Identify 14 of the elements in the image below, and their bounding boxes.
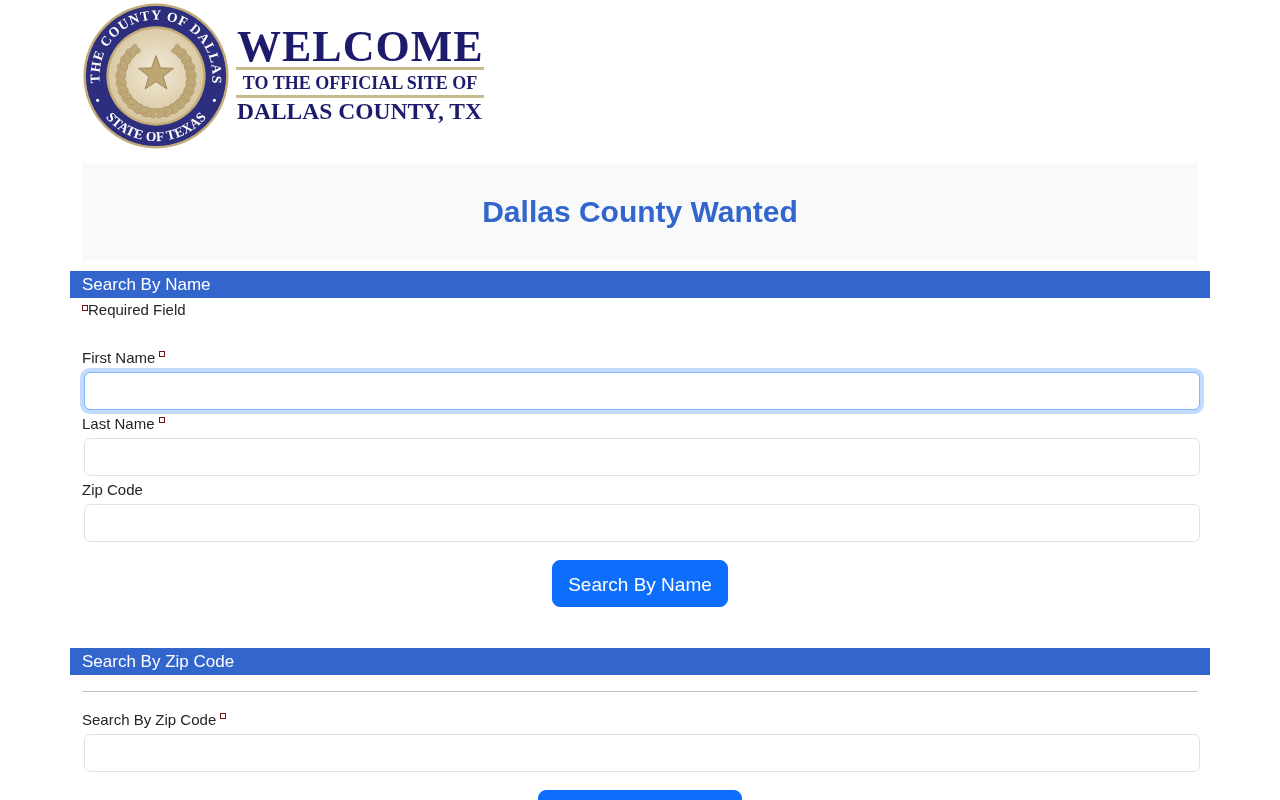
field-label: First Name <box>82 348 156 368</box>
search-button[interactable]: Search By Name <box>552 560 728 607</box>
section-header: Search By Zip Code <box>70 648 1210 675</box>
welcome-heading: WELCOME <box>236 27 484 67</box>
field-label: Search By Zip Code <box>82 710 217 730</box>
logo-county-name: DALLAS COUNTY, TX <box>236 99 482 123</box>
field-label: Last Name <box>82 414 155 434</box>
page-title: Dallas County Wanted <box>482 194 798 230</box>
logo-subtitle: TO THE OFFICIAL SITE OF <box>236 67 484 98</box>
field-label: Zip Code <box>82 480 143 500</box>
section-header: Search By Name <box>70 271 1210 298</box>
text-input-field[interactable] <box>84 372 1200 410</box>
required-field-note: Required Field <box>88 300 186 320</box>
required-marker-icon <box>82 305 88 311</box>
